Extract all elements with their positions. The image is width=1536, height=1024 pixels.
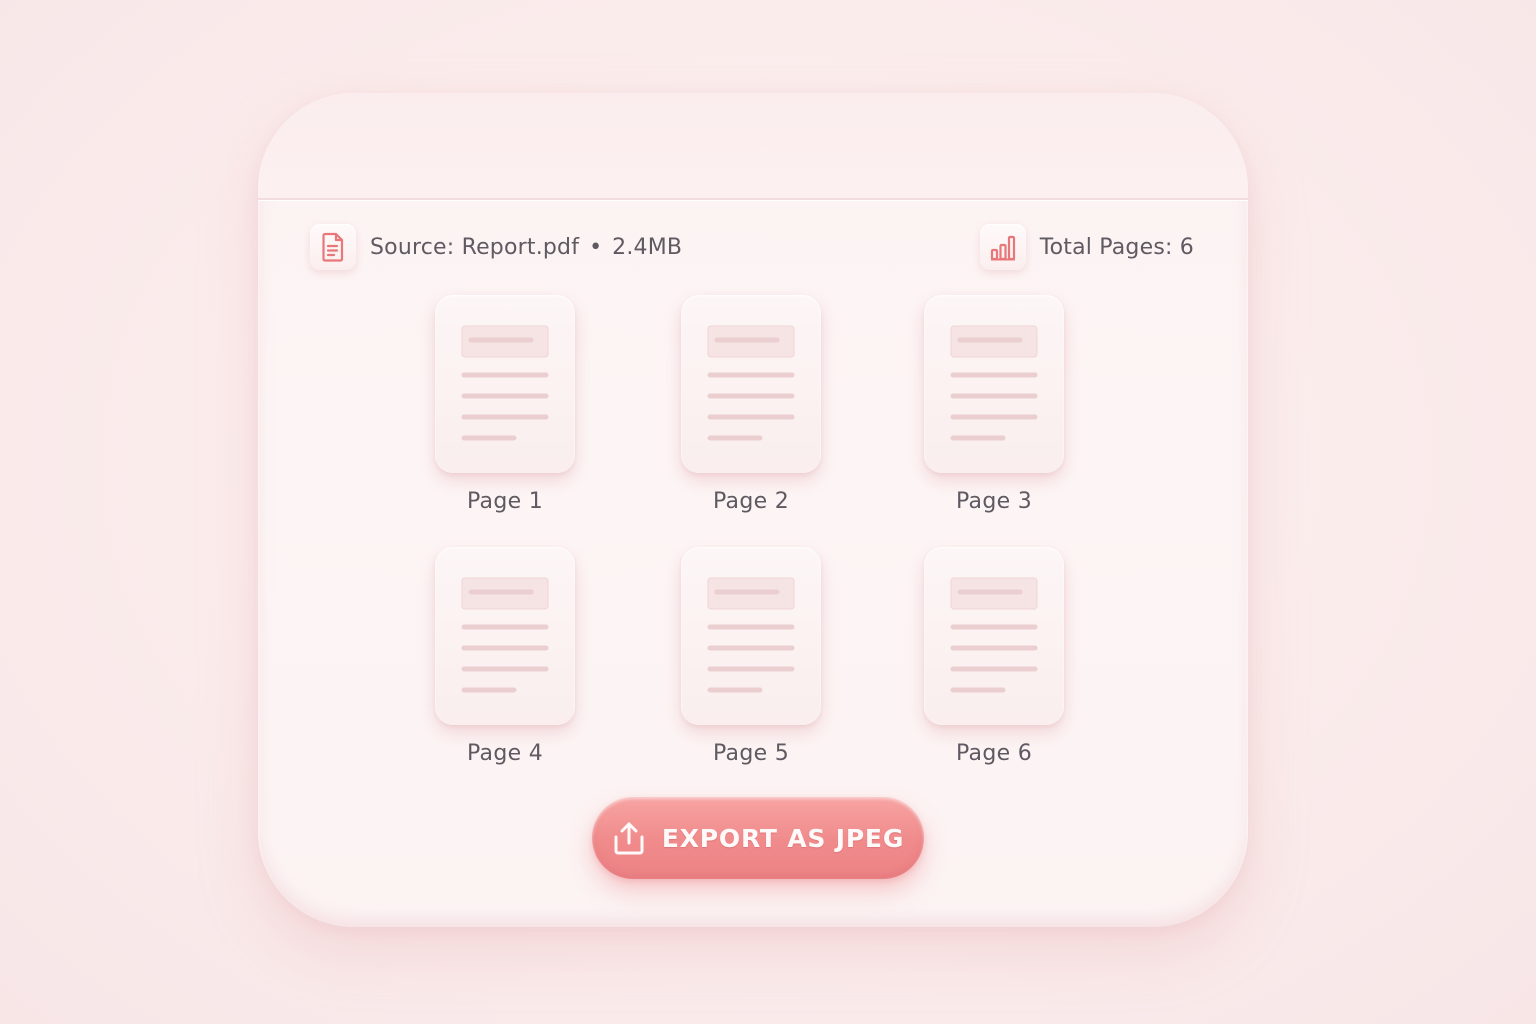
- page-thumbnail-icon: [681, 547, 821, 725]
- page-label: Page 1: [466, 489, 544, 514]
- page-tile-5[interactable]: Page 5: [666, 547, 836, 766]
- bar-chart-icon: [979, 224, 1026, 270]
- export-dialog-card: Source: Report.pdf • 2.4MB Total Pages: …: [258, 93, 1248, 927]
- document-icon: [310, 224, 356, 270]
- export-button-label: EXPORT AS JPEG: [661, 823, 905, 853]
- source-file-size: 2.4MB: [612, 234, 683, 260]
- page-thumbnail-icon: [435, 547, 575, 725]
- dialog-header: [258, 93, 1248, 200]
- page-thumbnail-icon: [681, 295, 821, 473]
- page-tile-3[interactable]: Page 3: [909, 295, 1079, 514]
- page-thumbnail-icon: [924, 295, 1064, 473]
- page-tile-6[interactable]: Page 6: [909, 547, 1079, 766]
- page-tile-1[interactable]: Page 1: [420, 295, 590, 514]
- page-label: Page 4: [466, 741, 544, 766]
- upload-icon: [612, 820, 646, 856]
- page-label: Page 2: [712, 489, 790, 514]
- page-tile-4[interactable]: Page 4: [420, 547, 590, 766]
- export-as-jpeg-button[interactable]: EXPORT AS JPEG: [592, 797, 924, 879]
- page-tile-2[interactable]: Page 2: [666, 295, 836, 514]
- page-label: Page 6: [955, 741, 1033, 766]
- total-pages-info: Total Pages: 6: [979, 221, 1194, 273]
- page-thumbnail-icon: [924, 547, 1064, 725]
- page-thumbnail-icon: [435, 295, 575, 473]
- page-label: Page 3: [955, 489, 1033, 514]
- source-info: Source: Report.pdf • 2.4MB: [310, 221, 682, 273]
- total-pages-label: Total Pages: 6: [1039, 234, 1194, 260]
- source-filename: Source: Report.pdf: [370, 234, 580, 260]
- separator-dot: •: [589, 234, 603, 260]
- page-label: Page 5: [712, 741, 790, 766]
